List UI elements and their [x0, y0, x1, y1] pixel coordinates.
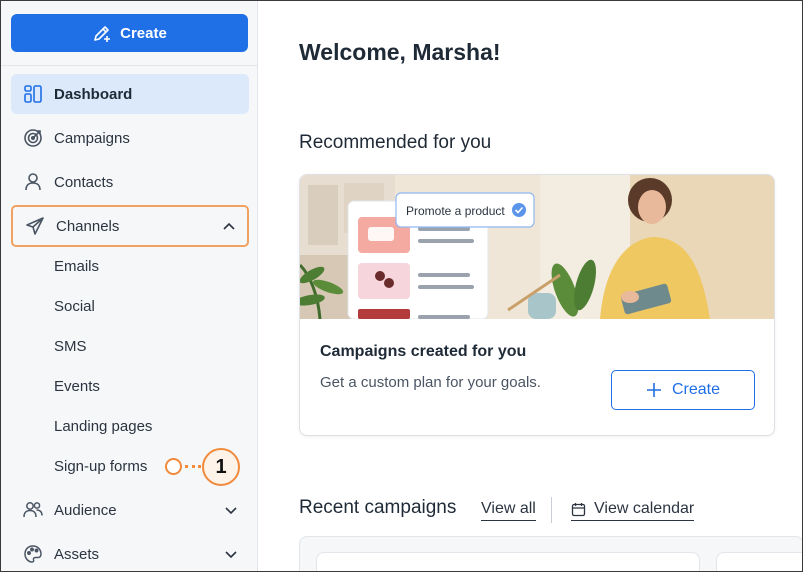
sidebar-item-label: Assets: [54, 545, 100, 563]
chevron-down-icon[interactable]: [223, 502, 239, 518]
sidebar-item-contacts[interactable]: Contacts: [11, 162, 249, 202]
view-all-link[interactable]: View all: [481, 500, 536, 521]
promote-badge-label: Promote a product: [406, 204, 505, 218]
campaign-card[interactable]: [316, 552, 700, 571]
sidebar: Create Dashboard Campaigns Contacts Chan…: [1, 1, 258, 571]
sidebar-subitem-landing-pages[interactable]: Landing pages: [54, 414, 152, 438]
palette-icon: [23, 544, 43, 564]
sidebar-item-label: Campaigns: [54, 129, 130, 147]
sidebar-item-label: Dashboard: [54, 85, 133, 103]
people-icon: [23, 500, 43, 520]
recent-campaigns-panel: [299, 536, 802, 571]
sidebar-subitem-events[interactable]: Events: [54, 374, 100, 398]
hero-image: Promote a product: [300, 175, 774, 319]
chevron-down-icon[interactable]: [223, 546, 239, 562]
sidebar-subitem-emails[interactable]: Emails: [54, 254, 99, 278]
callout-number: 1: [202, 448, 240, 486]
callout-dot: [165, 458, 182, 475]
card-title: Campaigns created for you: [320, 343, 527, 360]
campaign-card[interactable]: [716, 552, 802, 571]
card-subtitle: Get a custom plan for your goals.: [320, 374, 541, 391]
sidebar-subitem-sms[interactable]: SMS: [54, 334, 87, 358]
recommendation-card[interactable]: Promote a product Campaigns created for …: [299, 174, 775, 436]
sidebar-item-assets[interactable]: Assets: [11, 534, 249, 571]
sidebar-item-label: Contacts: [54, 173, 114, 191]
sidebar-item-audience[interactable]: Audience: [11, 490, 249, 530]
create-button[interactable]: Create: [11, 14, 248, 52]
send-icon: [25, 216, 45, 236]
sidebar-item-label: Audience: [54, 501, 117, 519]
person-icon: [23, 172, 43, 192]
sidebar-divider: [1, 65, 257, 66]
view-calendar-label: View calendar: [594, 500, 695, 517]
sidebar-item-label: Channels: [56, 217, 120, 235]
dashboard-icon: [23, 84, 43, 104]
recent-campaigns-heading: Recent campaigns: [299, 497, 457, 518]
card-create-label: Create: [671, 381, 721, 398]
card-create-button[interactable]: Create: [611, 370, 755, 410]
sidebar-item-channels[interactable]: Channels: [11, 205, 249, 247]
sidebar-item-dashboard[interactable]: Dashboard: [11, 74, 249, 114]
main-content: Welcome, Marsha! Recommended for you Pro…: [259, 1, 802, 571]
calendar-icon: [571, 502, 586, 517]
callout-line: [185, 465, 201, 468]
page-title: Welcome, Marsha!: [299, 39, 501, 65]
view-calendar-link[interactable]: View calendar: [571, 500, 695, 521]
link-separator: [551, 497, 552, 523]
app-window: Create Dashboard Campaigns Contacts Chan…: [0, 0, 803, 572]
sidebar-subitem-signup-forms[interactable]: Sign-up forms: [54, 454, 147, 478]
sidebar-subitem-social[interactable]: Social: [54, 294, 95, 318]
chevron-up-icon[interactable]: [221, 219, 237, 235]
create-button-label: Create: [120, 24, 167, 42]
recommended-heading: Recommended for you: [299, 132, 492, 153]
target-icon: [23, 128, 43, 148]
sidebar-item-campaigns[interactable]: Campaigns: [11, 118, 249, 158]
pencil-plus-icon: [92, 23, 112, 43]
plus-icon: [646, 382, 662, 398]
